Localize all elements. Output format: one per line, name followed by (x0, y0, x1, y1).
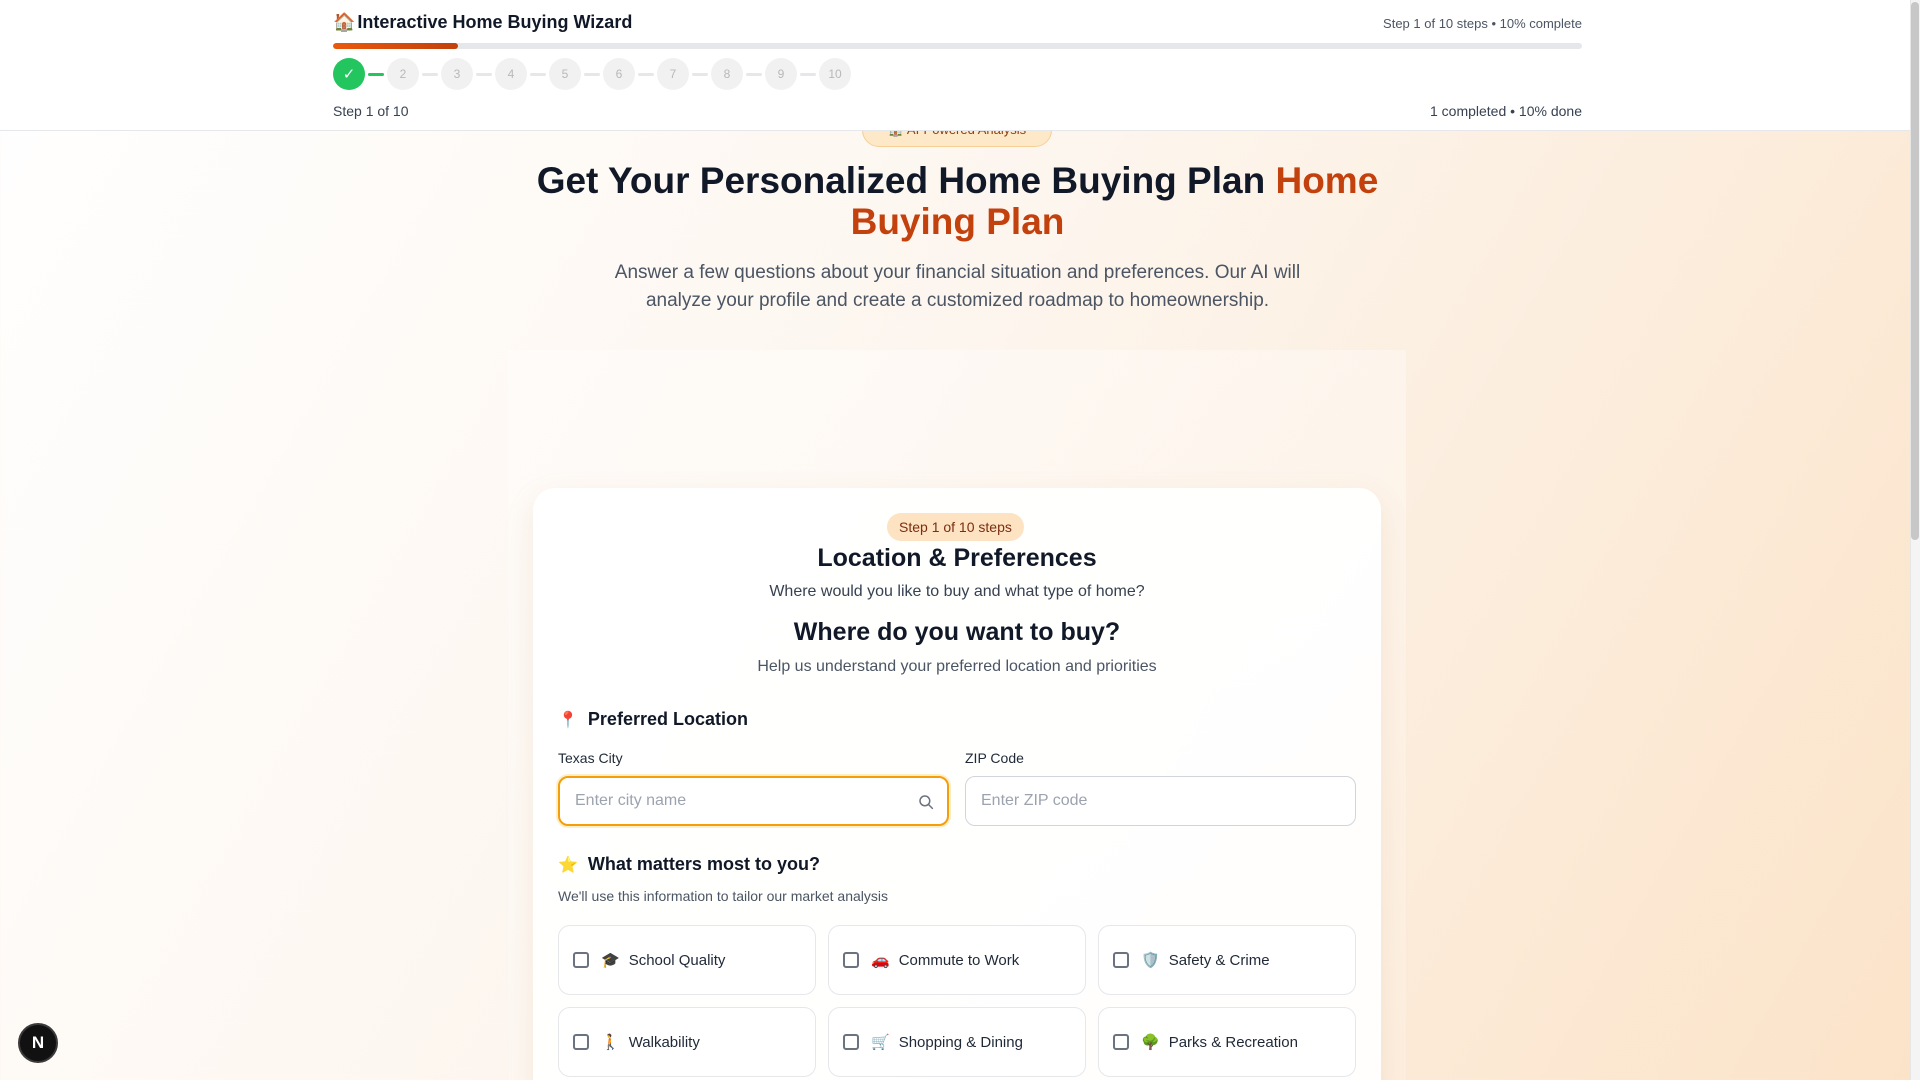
priorities-heading: ⭐ What matters most to you? (558, 854, 820, 875)
hero-title: Get Your Personalized Home Buying Plan H… (500, 160, 1415, 242)
option-label: Shopping & Dining (898, 1033, 1023, 1051)
option-label: Safety & Crime (1168, 951, 1270, 969)
wizard-card: Step 1 of 10 steps Location & Preference… (533, 488, 1381, 1080)
option-commute[interactable]: 🚗 Commute to Work (828, 925, 1086, 995)
step-connector (746, 72, 762, 76)
wizard-header: 🏠 Interactive Home Buying Wizard Step 1 … (0, 0, 1910, 131)
step-8-indicator[interactable]: 8 (711, 58, 743, 90)
step-2-indicator[interactable]: 2 (387, 58, 419, 90)
map-pin-icon: 📍 (558, 711, 578, 729)
app-title: 🏠 Interactive Home Buying Wizard (333, 12, 632, 33)
star-icon: ⭐ (558, 856, 578, 874)
option-label: Walkability (628, 1033, 700, 1051)
step-connector (638, 72, 654, 76)
zip-field-label: ZIP Code (965, 750, 1024, 766)
option-label: Commute to Work (898, 951, 1020, 969)
step-label: Step 1 of 10 (333, 103, 409, 119)
zip-input-wrapper (965, 776, 1356, 826)
top-status: Step 1 of 10 steps • 10% complete (1383, 16, 1582, 31)
city-input-wrapper (558, 776, 949, 826)
city-field-label: Texas City (558, 750, 623, 766)
step-1-check-icon[interactable]: ✓ (333, 58, 365, 90)
commute-checkbox[interactable] (843, 952, 859, 968)
progress-fill (333, 43, 458, 49)
step-5-indicator[interactable]: 5 (549, 58, 581, 90)
walkability-checkbox[interactable] (573, 1034, 589, 1050)
step-7-indicator[interactable]: 7 (657, 58, 689, 90)
option-safety[interactable]: 🛡️ Safety & Crime (1098, 925, 1356, 995)
app-title-text: Interactive Home Buying Wizard (357, 12, 633, 32)
stepper: ✓ 2 3 4 5 6 7 8 9 10 (333, 58, 851, 90)
step-summary: 1 completed • 10% done (1429, 103, 1582, 119)
option-label: Parks & Recreation (1168, 1033, 1298, 1051)
scrollbar-thumb[interactable] (1911, 2, 1919, 540)
step-connector (368, 72, 384, 76)
option-label: School Quality (628, 951, 726, 969)
card-title: Location & Preferences (817, 544, 1097, 572)
priority-options: 🎓 School Quality 🚗 Commute to Work 🛡️ Sa… (558, 925, 1356, 1077)
tree-icon: 🌳 (1141, 1034, 1160, 1051)
scrollbar-track[interactable] (1910, 0, 1920, 1080)
preferred-location-heading: 📍 Preferred Location (558, 709, 748, 730)
option-walkability[interactable]: 🚶 Walkability (558, 1007, 816, 1077)
step-connector (476, 72, 492, 76)
search-icon[interactable] (917, 793, 935, 811)
shopping-checkbox[interactable] (843, 1034, 859, 1050)
step-3-indicator[interactable]: 3 (441, 58, 473, 90)
progress-bar (333, 43, 1582, 49)
safety-checkbox[interactable] (1113, 952, 1129, 968)
option-school-quality[interactable]: 🎓 School Quality (558, 925, 816, 995)
hero-subtitle: Answer a few questions about your financ… (614, 262, 1301, 311)
step-connector (422, 72, 438, 76)
car-icon: 🚗 (871, 952, 890, 969)
step-connector (530, 72, 546, 76)
step-10-indicator[interactable]: 10 (819, 58, 851, 90)
option-shopping[interactable]: 🛒 Shopping & Dining (828, 1007, 1086, 1077)
step-4-indicator[interactable]: 4 (495, 58, 527, 90)
city-input[interactable] (560, 792, 947, 810)
parks-checkbox[interactable] (1113, 1034, 1129, 1050)
step-connector (800, 72, 816, 76)
school-quality-checkbox[interactable] (573, 952, 589, 968)
priorities-note: We'll use this information to tailor our… (558, 888, 888, 904)
step-badge: Step 1 of 10 steps (887, 513, 1024, 541)
step-connector (584, 72, 600, 76)
graduation-cap-icon: 🎓 (601, 952, 620, 969)
walking-person-icon: 🚶 (601, 1034, 620, 1051)
hero-title-main: Get Your Personalized Home Buying Plan (536, 160, 1276, 201)
zip-input[interactable] (966, 792, 1355, 810)
preferred-location-label: Preferred Location (587, 709, 748, 729)
house-icon: 🏠 (333, 12, 356, 32)
option-parks[interactable]: 🌳 Parks & Recreation (1098, 1007, 1356, 1077)
header-content: 🏠 Interactive Home Buying Wizard Step 1 … (333, 0, 1582, 131)
priorities-label: What matters most to you? (587, 854, 820, 874)
shield-icon: 🛡️ (1141, 952, 1160, 969)
dev-tools-badge[interactable]: N (18, 1023, 58, 1063)
section-subtitle: Help us understand your preferred locati… (757, 658, 1157, 675)
section-title: Where do you want to buy? (793, 618, 1121, 646)
step-connector (692, 72, 708, 76)
step-6-indicator[interactable]: 6 (603, 58, 635, 90)
shopping-cart-icon: 🛒 (871, 1034, 890, 1051)
step-9-indicator[interactable]: 9 (765, 58, 797, 90)
card-subtitle: Where would you like to buy and what typ… (769, 583, 1145, 600)
